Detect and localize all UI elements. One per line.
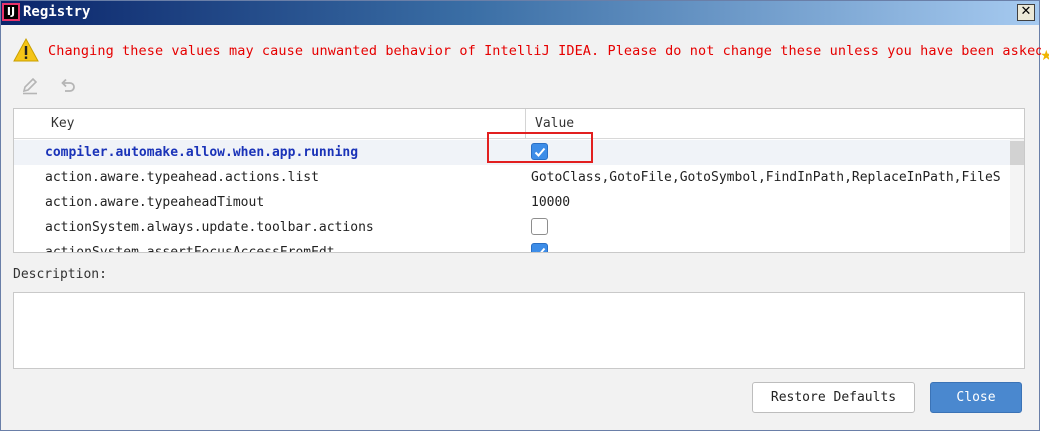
edit-button[interactable] — [19, 75, 41, 97]
restore-defaults-button[interactable]: Restore Defaults — [752, 382, 915, 413]
table-row[interactable]: action.aware.typeahead.actions.list Goto… — [14, 165, 1010, 190]
value-checkbox[interactable] — [531, 218, 548, 235]
pencil-icon — [22, 77, 38, 95]
row-value[interactable]: 10000 — [531, 195, 570, 210]
column-header-value[interactable]: Value — [535, 116, 574, 131]
title-bar[interactable]: IJ Registry ✕ — [1, 1, 1039, 25]
toolbar — [19, 75, 99, 97]
row-key: actionSystem.assertFocusAccessFromEdt — [45, 245, 335, 253]
intellij-app-icon: IJ — [2, 3, 20, 21]
value-checkbox[interactable] — [531, 243, 548, 252]
star-icon: ★ — [1040, 48, 1049, 64]
row-key: actionSystem.always.update.toolbar.actio… — [45, 220, 374, 235]
row-key: compiler.automake.allow.when.app.running — [45, 145, 359, 160]
revert-button[interactable] — [57, 75, 79, 97]
registry-table: Key Value compiler.automake.allow.when.a… — [13, 108, 1025, 253]
registry-dialog: IJ Registry ✕ Changing these values may … — [0, 0, 1049, 431]
warning-icon — [13, 37, 39, 62]
background-window-edge — [1041, 0, 1049, 431]
table-row[interactable]: actionSystem.always.update.toolbar.actio… — [14, 215, 1010, 240]
undo-icon — [61, 78, 75, 92]
description-field[interactable] — [13, 292, 1025, 369]
row-key: action.aware.typeahead.actions.list — [45, 170, 319, 185]
table-row[interactable]: actionSystem.assertFocusAccessFromEdt — [14, 240, 1010, 253]
table-scrollbar[interactable] — [1010, 139, 1024, 252]
warning-banner: Changing these values may cause unwanted… — [13, 37, 1049, 65]
window-close-button[interactable]: ✕ — [1017, 4, 1035, 21]
checkmark-icon — [536, 247, 546, 252]
warning-text: Changing these values may cause unwanted… — [48, 43, 1049, 59]
description-label: Description: — [13, 267, 107, 282]
window-title: Registry — [23, 4, 91, 20]
close-button[interactable]: Close — [930, 382, 1022, 413]
scrollbar-thumb[interactable] — [1010, 141, 1024, 165]
row-value[interactable]: GotoClass,GotoFile,GotoSymbol,FindInPath… — [531, 170, 1001, 185]
row-key: action.aware.typeaheadTimout — [45, 195, 265, 210]
table-row[interactable]: action.aware.typeaheadTimout 10000 — [14, 190, 1010, 215]
highlight-annotation — [487, 132, 593, 163]
column-header-key[interactable]: Key — [51, 116, 74, 131]
